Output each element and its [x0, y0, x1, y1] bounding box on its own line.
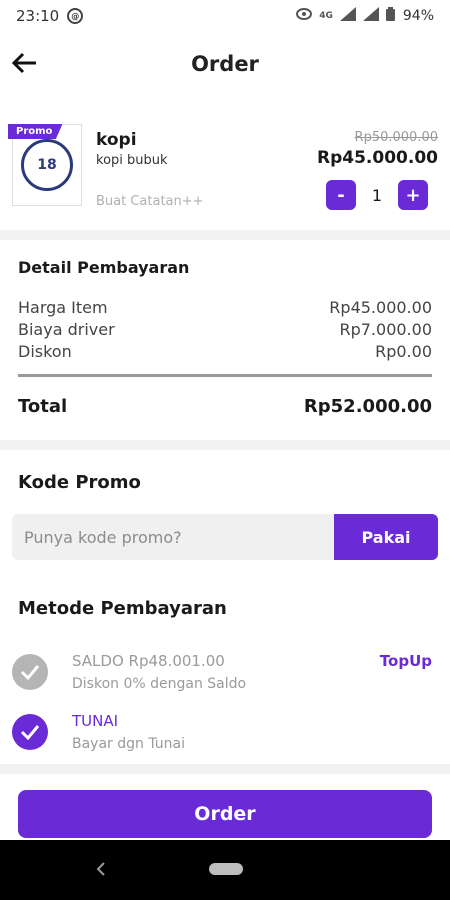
- payment-row: Biaya driver Rp7.000.00: [18, 320, 432, 339]
- discounted-price: Rp45.000.00: [317, 148, 438, 168]
- decrease-quantity-button[interactable]: -: [326, 180, 356, 210]
- payment-option-name: SALDO Rp48.001.00: [72, 652, 225, 670]
- order-item: 18 Promo kopi kopi bubuk Buat Catatan++ …: [0, 110, 450, 230]
- increase-quantity-button[interactable]: +: [398, 180, 428, 210]
- original-price: Rp50.000.00: [354, 130, 438, 145]
- apply-promo-button[interactable]: Pakai: [334, 514, 438, 560]
- payment-row-label: Harga Item: [18, 298, 108, 317]
- payment-option-subtitle: Bayar dgn Tunai: [72, 736, 185, 752]
- total-value: Rp52.000.00: [303, 396, 432, 417]
- arrow-left-icon: [12, 52, 36, 74]
- nav-home-icon[interactable]: [209, 863, 243, 875]
- product-name: kopi: [96, 130, 137, 150]
- payment-row-value: Rp7.000.00: [339, 320, 432, 339]
- status-bar: 23:10 @ 4G 94%: [0, 0, 450, 32]
- promo-title: Kode Promo: [18, 472, 141, 493]
- topup-link[interactable]: TopUp: [380, 652, 432, 670]
- app-bar: Order: [0, 36, 450, 92]
- payment-option-tunai[interactable]: TUNAI Bayar dgn Tunai: [12, 712, 438, 762]
- promo-code-input[interactable]: [12, 514, 336, 560]
- page-title: Order: [191, 52, 259, 76]
- check-icon: [12, 714, 48, 750]
- add-note-link[interactable]: Buat Catatan++: [96, 194, 204, 209]
- section-divider: [0, 440, 450, 450]
- signal-icon-2: [362, 7, 379, 25]
- total-row: Total Rp52.000.00: [18, 396, 432, 417]
- battery-level: 94%: [402, 8, 434, 24]
- battery-icon: [385, 7, 395, 25]
- nav-back-icon[interactable]: [92, 860, 110, 878]
- payment-row-value: Rp0.00: [375, 342, 432, 361]
- payment-option-name: TUNAI: [72, 712, 119, 730]
- payment-row: Harga Item Rp45.000.00: [18, 298, 432, 317]
- promo-badge: Promo: [8, 124, 63, 139]
- payment-details-title: Detail Pembayaran: [18, 258, 190, 277]
- check-icon: [12, 654, 48, 690]
- order-button[interactable]: Order: [18, 790, 432, 838]
- system-nav-bar: [0, 840, 450, 900]
- quantity-value: 1: [371, 185, 383, 205]
- payment-row: Diskon Rp0.00: [18, 342, 432, 361]
- total-label: Total: [18, 396, 68, 417]
- payment-option-subtitle: Diskon 0% dengan Saldo: [72, 676, 247, 692]
- payment-method-title: Metode Pembayaran: [18, 598, 227, 619]
- status-time: 23:10: [16, 7, 60, 25]
- product-description: kopi bubuk: [96, 153, 168, 168]
- notification-icon: @: [67, 8, 84, 24]
- payment-details: Detail Pembayaran Harga Item Rp45.000.00…: [0, 240, 450, 440]
- back-button[interactable]: [10, 48, 40, 78]
- eye-icon: [296, 8, 313, 24]
- network-label: 4G: [319, 11, 333, 21]
- product-logo: 18: [21, 139, 73, 191]
- payment-row-label: Biaya driver: [18, 320, 115, 339]
- payment-row-value: Rp45.000.00: [329, 298, 432, 317]
- total-divider: [18, 374, 432, 377]
- section-divider: [0, 764, 450, 774]
- quantity-stepper: - 1 +: [326, 180, 428, 210]
- payment-option-saldo[interactable]: SALDO Rp48.001.00 Diskon 0% dengan Saldo…: [12, 652, 438, 702]
- section-divider: [0, 230, 450, 240]
- signal-icon: [339, 7, 356, 25]
- payment-row-label: Diskon: [18, 342, 72, 361]
